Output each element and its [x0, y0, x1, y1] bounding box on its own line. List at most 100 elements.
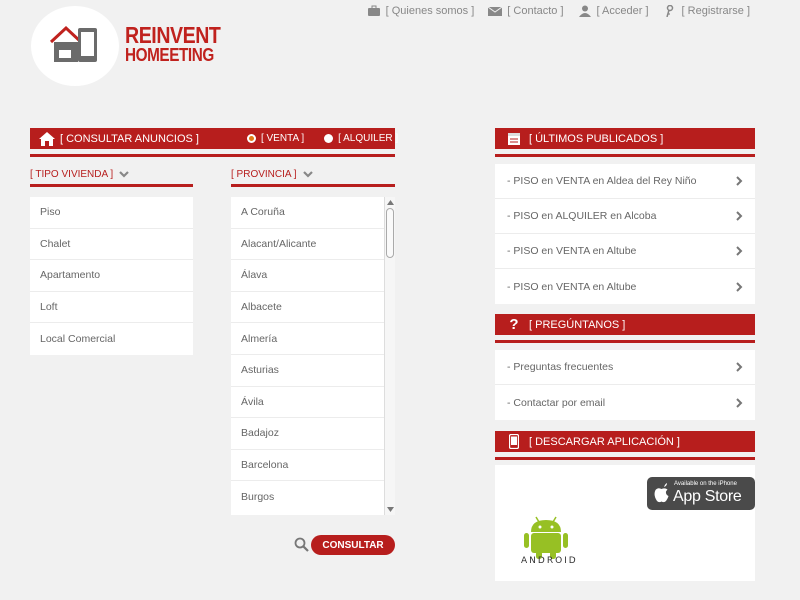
descargar-header: [ DESCARGAR APLICACIÓN ] [495, 431, 755, 452]
provincia-item[interactable]: Badajoz [231, 418, 384, 450]
logo-text[interactable]: REINVENT HOMEETING [125, 22, 221, 66]
radio-venta-dot[interactable] [246, 134, 256, 143]
preguntanos-item[interactable]: - Contactar por email [495, 385, 755, 420]
radio-alquiler-dot[interactable] [324, 134, 334, 143]
ultimos-divider [495, 154, 755, 157]
provincia-item-label: Almería [241, 332, 278, 345]
preguntanos-item[interactable]: - Preguntas frecuentes [495, 350, 755, 385]
provincia-label: [ PROVINCIA ] [231, 169, 297, 180]
provincia-item[interactable]: Barcelona [231, 450, 384, 482]
chevron-right-icon [736, 246, 743, 256]
descargar-divider [495, 457, 755, 460]
scroll-up-icon[interactable] [387, 200, 394, 205]
provincia-item-label: Burgos [241, 491, 275, 504]
app-store-small-text: Available on the iPhone [674, 481, 737, 487]
tipo-vivienda-dropdown[interactable]: [ TIPO VIVIENDA ] [30, 169, 129, 180]
chevron-right-icon [736, 397, 743, 408]
provincia-dropdown[interactable]: [ PROVINCIA ] [231, 169, 313, 180]
provincia-item-label: Albacete [241, 301, 282, 314]
consultar-button[interactable]: CONSULTAR [311, 535, 395, 555]
android-label: ANDROID [521, 556, 578, 566]
radio-alquiler[interactable]: [ ALQUILER ] [324, 133, 398, 144]
provincia-item[interactable]: Alacant/Alicante [231, 229, 384, 261]
nav-quienes-somos[interactable]: [ Quienes somos ] [367, 5, 475, 17]
provincia-item-label: Alacant/Alicante [241, 237, 317, 250]
consult-title: [ CONSULTAR ANUNCIOS ] [60, 132, 199, 145]
ultimos-item[interactable]: - PISO en VENTA en Aldea del Rey Niño [495, 164, 755, 199]
preguntanos-item-label: - Preguntas frecuentes [507, 361, 614, 373]
tipo-vivienda-item[interactable]: Chalet [30, 229, 193, 261]
tipo-vivienda-item-label: Local Comercial [40, 333, 116, 346]
tipo-vivienda-label: [ TIPO VIVIENDA ] [30, 169, 114, 180]
provincia-item-label: Badajoz [241, 427, 279, 440]
tipo-vivienda-item-label: Apartamento [40, 269, 101, 282]
question-icon: ? [509, 316, 519, 333]
ultimos-title: [ ÚLTIMOS PUBLICADOS ] [529, 132, 664, 145]
key-icon [665, 5, 673, 17]
app-store-button[interactable]: Available on the iPhone App Store [647, 477, 755, 510]
nav-acceder-label: [ Acceder ] [596, 5, 649, 17]
provincia-scrollbar[interactable] [384, 197, 395, 515]
tipo-vivienda-item-label: Chalet [40, 237, 71, 250]
provincia-item[interactable]: Ávila [231, 387, 384, 419]
tipo-vivienda-item[interactable]: Loft [30, 292, 193, 324]
provincia-item-label: Ávila [241, 395, 264, 408]
chevron-down-icon [302, 171, 313, 178]
tipo-vivienda-item[interactable]: Apartamento [30, 260, 193, 292]
chevron-down-icon [119, 171, 129, 178]
scroll-thumb[interactable] [386, 208, 394, 258]
provincia-list: A Coruña Alacant/Alicante Álava Albacete Alm… [231, 197, 384, 515]
tipo-vivienda-list: Piso Chalet Apartamento Loft Local Comercial [30, 197, 193, 355]
preguntanos-header: ? [ PREGÚNTANOS ] [495, 314, 755, 335]
ultimos-header: [ ÚLTIMOS PUBLICADOS ] [495, 128, 755, 149]
ultimos-item[interactable]: - PISO en VENTA en Altube [495, 234, 755, 269]
radio-alquiler-label: [ ALQUILER ] [338, 133, 399, 144]
radio-venta[interactable]: [ VENTA ] [246, 133, 304, 144]
nav-registrarse-label: [ Registrarse ] [681, 5, 750, 17]
provincia-item[interactable]: Almería [231, 323, 384, 355]
descargar-title: [ DESCARGAR APLICACIÓN ] [529, 435, 680, 448]
provincia-item[interactable]: A Coruña [231, 197, 384, 229]
nav-registrarse[interactable]: [ Registrarse ] [663, 5, 750, 17]
preguntanos-divider [495, 340, 755, 343]
ultimos-item[interactable]: - PISO en VENTA en Altube [495, 269, 755, 304]
ultimos-item-label: - PISO en VENTA en Altube [507, 245, 637, 257]
provincia-divider [231, 184, 395, 187]
tipo-vivienda-item-label: Piso [40, 206, 61, 219]
ultimos-item-label: - PISO en VENTA en Aldea del Rey Niño [507, 175, 697, 187]
tipo-vivienda-item-label: Loft [40, 301, 58, 314]
tipo-vivienda-item[interactable]: Local Comercial [30, 323, 193, 355]
logo-line2: HOMEETING [125, 45, 214, 65]
provincia-item[interactable]: Álava [231, 260, 384, 292]
user-icon [578, 5, 591, 17]
chevron-right-icon [736, 176, 743, 186]
nav-contacto-label: [ Contacto ] [507, 5, 564, 17]
logo-line1: REINVENT [125, 22, 221, 48]
tipo-divider [30, 184, 193, 187]
provincia-item-label: Álava [241, 269, 268, 282]
provincia-item[interactable]: Burgos [231, 481, 384, 513]
nav-acceder[interactable]: [ Acceder ] [578, 5, 649, 17]
logo-house-icon [49, 25, 97, 62]
envelope-icon [488, 6, 503, 16]
preguntanos-item-label: - Contactar por email [507, 396, 606, 409]
provincia-item-label: A Coruña [241, 206, 285, 219]
search-icon[interactable] [294, 537, 309, 552]
briefcase-icon [367, 5, 380, 16]
ultimos-item[interactable]: - PISO en ALQUILER en Alcoba [495, 199, 755, 234]
calendar-icon [503, 128, 525, 149]
app-store-big-text: App Store [673, 488, 742, 505]
home-icon [38, 128, 56, 149]
provincia-item-label: Asturias [241, 364, 279, 377]
ultimos-item-label: - PISO en VENTA en Altube [507, 280, 637, 293]
tipo-vivienda-item[interactable]: Piso [30, 197, 193, 229]
nav-quienes-somos-label: [ Quienes somos ] [385, 5, 475, 17]
apple-icon [654, 483, 669, 503]
nav-contacto[interactable]: [ Contacto ] [488, 5, 564, 17]
consult-divider [30, 154, 395, 157]
provincia-item[interactable]: Albacete [231, 292, 384, 324]
provincia-item[interactable]: Asturias [231, 355, 384, 387]
provincia-item-label: Barcelona [241, 459, 289, 472]
chevron-right-icon [736, 362, 743, 372]
scroll-down-icon[interactable] [387, 507, 394, 512]
